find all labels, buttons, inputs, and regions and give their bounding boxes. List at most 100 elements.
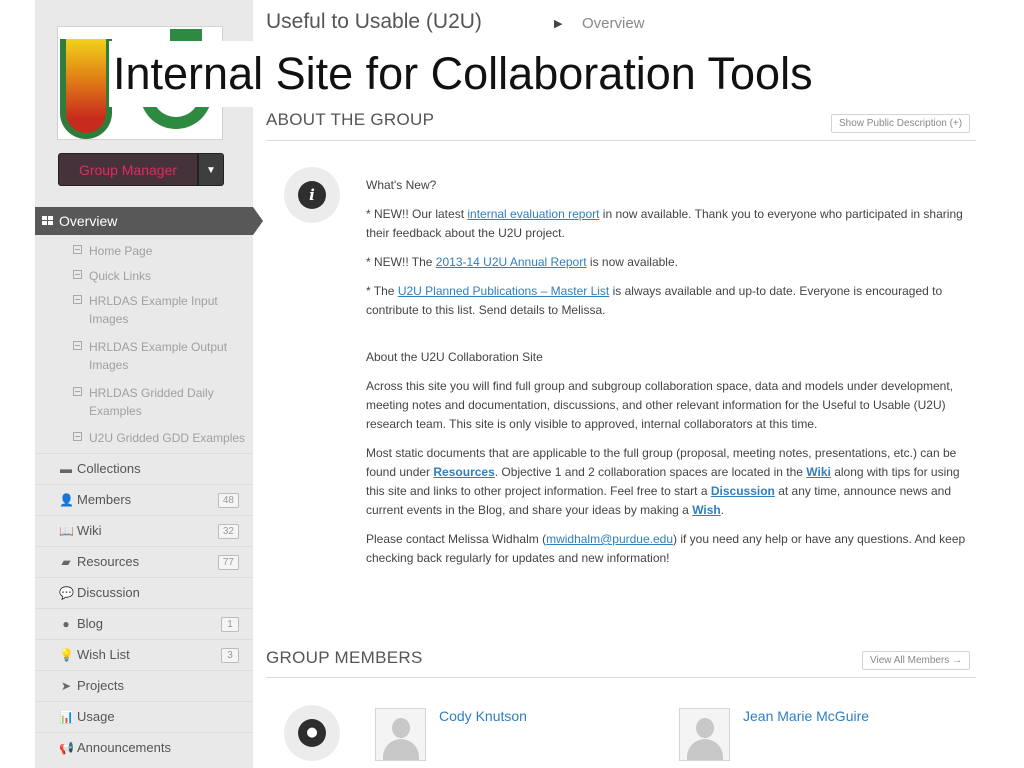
page-title[interactable]: Useful to Usable (U2U)	[266, 10, 482, 34]
announcements-icon: 📢	[59, 741, 74, 755]
sidebar-subitem-hrldas-input[interactable]: HRLDAS Example Input Images	[35, 290, 253, 336]
sidebar-item-announcements[interactable]: 📢 Announcements	[35, 732, 253, 763]
sidebar-item-label: Resources	[77, 554, 140, 569]
subitem-label: HRLDAS Example Output Images	[89, 340, 228, 372]
info-badge: i	[284, 167, 340, 223]
sidebar-item-label: Wiki	[77, 523, 102, 538]
sidebar: Group Manager ▼ Overview Home Page Quick…	[35, 0, 263, 768]
email-link[interactable]: mwidhalm@purdue.edu	[546, 532, 673, 546]
projects-icon: ➤	[60, 679, 72, 693]
breadcrumb-arrow-icon: ▶	[554, 18, 563, 30]
news-text: * The	[366, 284, 398, 298]
sidebar-subitem-hrldas-gridded[interactable]: HRLDAS Gridded Daily Examples	[35, 382, 253, 427]
site-heading: About the U2U Collaboration Site	[366, 350, 543, 364]
sidebar-item-discussion[interactable]: 💬 Discussion	[35, 577, 253, 608]
sidebar-subitem-home-page[interactable]: Home Page	[35, 240, 253, 265]
annual-report-link[interactable]: 2013-14 U2U Annual Report	[436, 255, 587, 269]
sidebar-item-blog[interactable]: ● Blog 1	[35, 608, 253, 639]
sidebar-item-label: Projects	[77, 678, 124, 693]
group-manager-button[interactable]: Group Manager	[58, 153, 198, 186]
sidebar-main-items: ▬ Collections 👤 Members 48 📖 Wiki 32 ▰ Resources 7…	[35, 453, 253, 763]
evaluation-report-link[interactable]: internal evaluation report	[467, 207, 599, 221]
news-item: * NEW!! The 2013-14 U2U Annual Report is…	[366, 253, 978, 272]
page-icon	[73, 295, 82, 304]
sidebar-item-label: Wish List	[77, 647, 130, 662]
resources-link[interactable]: Resources	[433, 465, 494, 479]
collections-icon: ▬	[60, 462, 72, 476]
wiki-icon: 📖	[59, 524, 74, 538]
discussion-icon: 💬	[59, 586, 74, 600]
para-text: . Objective 1 and 2 collaboration spaces…	[494, 465, 807, 479]
page-icon	[73, 245, 82, 254]
members-badge: ●	[284, 705, 340, 761]
slide-caption: Internal Site for Collaboration Tools	[109, 41, 921, 107]
breadcrumb-current: Overview	[582, 15, 645, 32]
sidebar-item-resources[interactable]: ▰ Resources 77	[35, 546, 253, 577]
section-divider	[266, 140, 976, 141]
sidebar-item-members[interactable]: 👤 Members 48	[35, 484, 253, 515]
page-icon	[73, 341, 82, 350]
sidebar-item-label: Announcements	[77, 740, 171, 755]
view-all-members-button[interactable]: View All Members →	[862, 651, 971, 670]
discussion-link[interactable]: Discussion	[711, 484, 775, 498]
grid-icon	[42, 216, 53, 226]
wish-link[interactable]: Wish	[692, 503, 721, 517]
about-content: What's New? * NEW!! Our latest internal …	[366, 176, 978, 578]
sidebar-subitem-quick-links[interactable]: Quick Links	[35, 265, 253, 290]
sidebar-nav: Overview Home Page Quick Links HRLDAS Ex…	[35, 207, 263, 763]
sidebar-item-collections[interactable]: ▬ Collections	[35, 453, 253, 484]
page-icon	[73, 387, 82, 396]
avatar[interactable]	[679, 708, 730, 761]
about-paragraph: Most static documents that are applicabl…	[366, 444, 978, 520]
sidebar-subitem-hrldas-output[interactable]: HRLDAS Example Output Images	[35, 336, 253, 382]
para-text: .	[720, 503, 725, 517]
section-divider	[266, 677, 976, 678]
sidebar-item-overview[interactable]: Overview	[35, 207, 263, 235]
subitem-label: Home Page	[89, 244, 153, 258]
subitem-label: Quick Links	[89, 269, 152, 283]
count-badge: 77	[217, 555, 239, 570]
subitem-label: HRLDAS Example Input Images	[89, 294, 218, 326]
avatar[interactable]	[375, 708, 426, 761]
member-name[interactable]: Jean Marie McGuire	[743, 708, 869, 724]
subitem-label: HRLDAS Gridded Daily Examples	[89, 386, 214, 418]
sidebar-item-wiki[interactable]: 📖 Wiki 32	[35, 515, 253, 546]
sidebar-item-wish-list[interactable]: 💡 Wish List 3	[35, 639, 253, 670]
about-paragraph: Across this site you will find full grou…	[366, 379, 954, 431]
page-icon	[73, 432, 82, 441]
count-badge: 1	[221, 617, 239, 632]
count-badge: 48	[217, 493, 239, 508]
blog-icon: ●	[62, 617, 70, 631]
count-badge: 32	[217, 524, 239, 539]
subitem-label: U2U Gridded GDD Examples	[89, 431, 246, 445]
sidebar-item-label: Members	[77, 492, 132, 507]
member-name[interactable]: Cody Knutson	[439, 708, 527, 724]
usage-icon: 📊	[59, 710, 74, 724]
sidebar-item-label: Usage	[77, 709, 115, 724]
about-heading: ABOUT THE GROUP	[266, 110, 435, 129]
para-text: Please contact Melissa Widhalm (	[366, 532, 547, 546]
sidebar-item-usage[interactable]: 📊 Usage	[35, 701, 253, 732]
whats-new-heading: What's New?	[366, 178, 437, 192]
news-text: is now available.	[586, 255, 678, 269]
chevron-down-icon[interactable]: ▼	[198, 153, 224, 186]
count-badge: 3	[221, 648, 239, 663]
sidebar-subitem-gdd-examples[interactable]: U2U Gridded GDD Examples	[35, 427, 253, 449]
sidebar-item-projects[interactable]: ➤ Projects	[35, 670, 253, 701]
sidebar-item-label: Collections	[77, 461, 141, 476]
members-heading: GROUP MEMBERS	[266, 648, 423, 667]
wiki-link[interactable]: Wiki	[806, 465, 831, 479]
sidebar-item-label: Blog	[77, 616, 104, 631]
logo-u-shape	[60, 39, 112, 139]
show-public-description-button[interactable]: Show Public Description (+)	[831, 114, 971, 133]
news-item: * NEW!! Our latest internal evaluation r…	[366, 205, 978, 243]
user-icon: ●	[298, 719, 326, 747]
news-text: * NEW!! The	[366, 255, 436, 269]
page-icon	[73, 270, 82, 279]
news-text: * NEW!! Our latest	[366, 207, 468, 221]
about-paragraph: Please contact Melissa Widhalm (mwidhalm…	[366, 530, 978, 568]
sidebar-item-label: Overview	[59, 213, 118, 229]
sidebar-item-label: Discussion	[77, 585, 140, 600]
publications-list-link[interactable]: U2U Planned Publications – Master List	[398, 284, 609, 298]
members-icon: 👤	[59, 493, 74, 507]
